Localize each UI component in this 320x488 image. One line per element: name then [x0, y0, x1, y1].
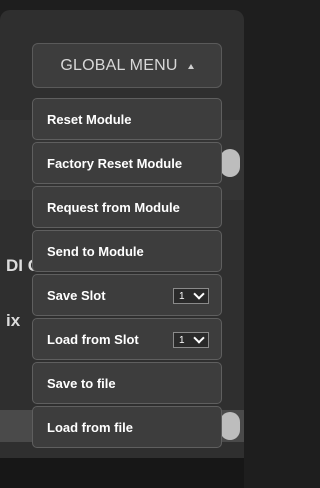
request-from-module-item[interactable]: Request from Module: [32, 186, 222, 228]
send-to-module-item[interactable]: Send to Module: [32, 230, 222, 272]
menu-item-label: Reset Module: [47, 111, 132, 127]
menu-item-label: Load from Slot: [47, 331, 139, 347]
app-stage: DI C ix GLOBAL MENU Reset Module Factory…: [0, 0, 244, 488]
menu-item-label: Send to Module: [47, 243, 144, 259]
menu-item-label: Save Slot: [47, 287, 106, 303]
chevron-down-icon: [193, 288, 205, 300]
save-to-file-item[interactable]: Save to file: [32, 362, 222, 404]
factory-reset-module-item[interactable]: Factory Reset Module: [32, 142, 222, 184]
background-footer: [0, 458, 244, 488]
slot-value: 1: [179, 334, 185, 346]
global-menu-button[interactable]: GLOBAL MENU: [32, 43, 222, 88]
background-toggle[interactable]: [220, 149, 240, 177]
global-menu-dropdown: Reset Module Factory Reset Module Reques…: [32, 98, 222, 450]
global-menu-label: GLOBAL MENU: [60, 56, 178, 74]
caret-up-icon: [187, 64, 194, 69]
slot-value: 1: [179, 290, 185, 302]
background-label: ix: [6, 311, 21, 330]
menu-item-label: Request from Module: [47, 199, 180, 215]
reset-module-item[interactable]: Reset Module: [32, 98, 222, 140]
load-from-file-item[interactable]: Load from file: [32, 406, 222, 448]
save-slot-item[interactable]: Save Slot 1: [32, 274, 222, 316]
menu-item-label: Load from file: [47, 419, 133, 435]
background-toggle[interactable]: [220, 412, 240, 440]
load-from-slot-item[interactable]: Load from Slot 1: [32, 318, 222, 360]
save-slot-select[interactable]: 1: [173, 288, 209, 304]
chevron-down-icon: [193, 332, 205, 344]
menu-item-label: Save to file: [47, 375, 116, 391]
menu-item-label: Factory Reset Module: [47, 155, 183, 171]
load-slot-select[interactable]: 1: [173, 332, 209, 348]
